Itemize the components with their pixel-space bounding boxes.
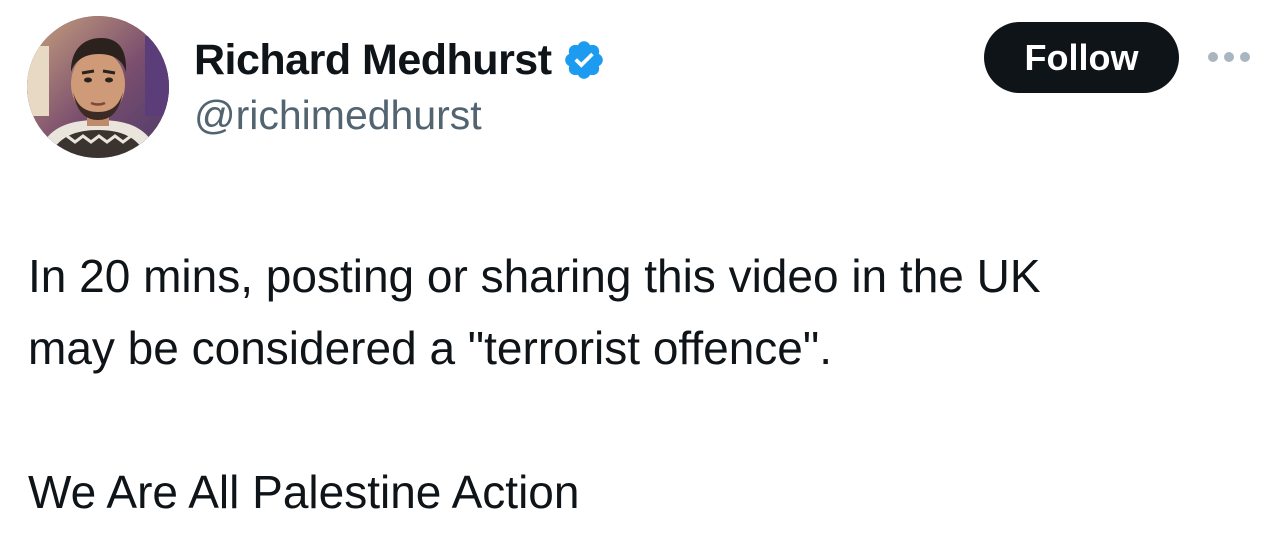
avatar-photo (27, 16, 169, 158)
tweet-text: In 20 mins, posting or sharing this vide… (28, 240, 1258, 528)
author-name-row: Richard Medhurst (194, 32, 606, 88)
more-horizontal-icon (1208, 52, 1250, 62)
more-options-button[interactable] (1204, 42, 1254, 72)
verified-badge-icon[interactable] (562, 38, 606, 82)
follow-button[interactable]: Follow (984, 22, 1179, 93)
tweet-text-line: In 20 mins, posting or sharing this vide… (28, 250, 1041, 302)
author-avatar[interactable] (27, 16, 169, 158)
tweet-card: Richard Medhurst @richimedhurst Follow I… (0, 0, 1284, 539)
tweet-text-line: may be considered a "terrorist offence". (28, 322, 832, 374)
author-display-name[interactable]: Richard Medhurst (194, 36, 552, 85)
tweet-text-line: We Are All Palestine Action (28, 466, 580, 518)
author-handle[interactable]: @richimedhurst (194, 92, 482, 139)
